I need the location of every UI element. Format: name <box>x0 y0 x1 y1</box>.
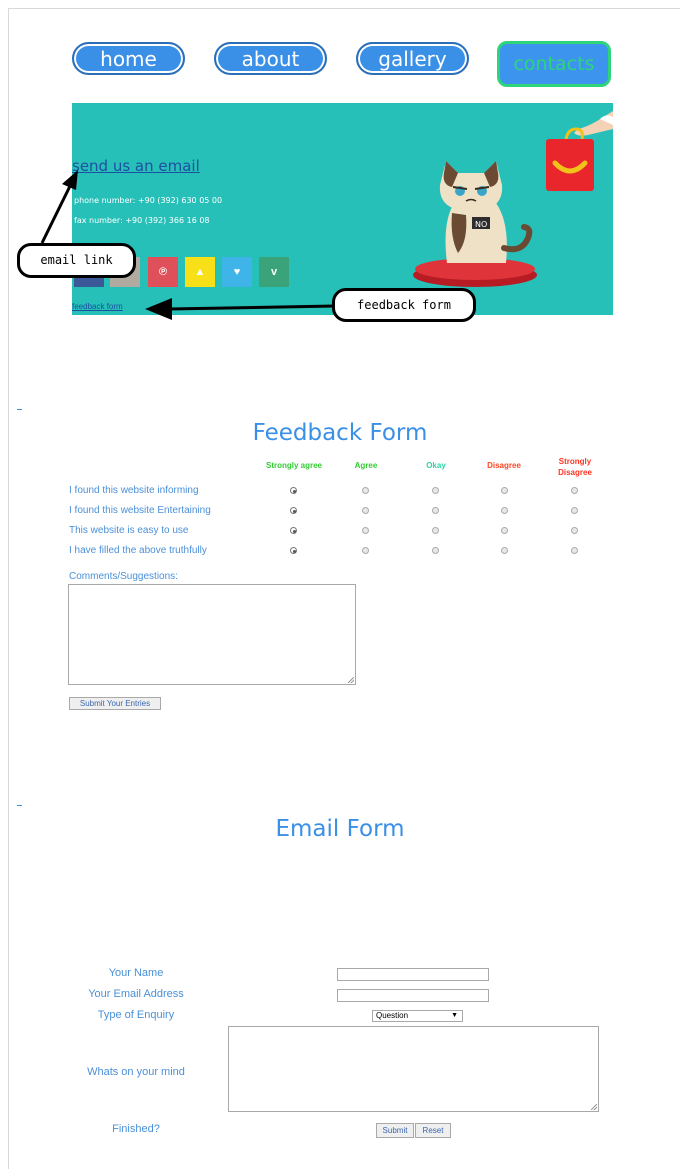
radio-q4-strongly-disagree[interactable] <box>571 547 578 554</box>
radio-q1-agree[interactable] <box>362 487 369 494</box>
radio-q3-agree[interactable] <box>362 527 369 534</box>
dropdown-arrow-icon: ▼ <box>451 1012 458 1019</box>
radio-q1-strongly-agree[interactable] <box>290 487 297 494</box>
comments-label: Comments/Suggestions: <box>69 571 178 582</box>
radio-q3-disagree[interactable] <box>501 527 508 534</box>
feedback-form-callout: feedback form <box>332 288 476 322</box>
radio-q4-disagree[interactable] <box>501 547 508 554</box>
enquiry-type-label: Type of Enquiry <box>97 1009 175 1021</box>
col-strongly-agree: Strongly agree <box>265 461 322 470</box>
email-link-callout: email link <box>17 243 136 278</box>
email-form-title: Email Form <box>275 816 405 842</box>
divider-mark <box>17 805 22 806</box>
divider-mark <box>17 409 22 410</box>
radio-q2-strongly-agree[interactable] <box>290 507 297 514</box>
question-label: I found this website Entertaining <box>69 505 211 516</box>
col-agree: Agree <box>354 461 378 470</box>
radio-q2-agree[interactable] <box>362 507 369 514</box>
radio-q1-okay[interactable] <box>432 487 439 494</box>
annotation-arrows <box>40 170 336 320</box>
radio-q2-okay[interactable] <box>432 507 439 514</box>
question-label: I have filled the above truthfully <box>69 545 207 556</box>
question-label: This website is easy to use <box>69 525 189 536</box>
col-disagree: Disagree <box>487 461 521 470</box>
radio-q4-okay[interactable] <box>432 547 439 554</box>
message-textarea[interactable] <box>228 1026 599 1112</box>
resize-grip-icon[interactable] <box>348 677 354 683</box>
submit-entries-button[interactable]: Submit Your Entries <box>69 697 161 710</box>
name-input[interactable] <box>337 968 489 981</box>
radio-q1-strongly-disagree[interactable] <box>571 487 578 494</box>
radio-q2-strongly-disagree[interactable] <box>571 507 578 514</box>
radio-q4-agree[interactable] <box>362 547 369 554</box>
radio-q4-strongly-agree[interactable] <box>290 547 297 554</box>
comments-textarea[interactable] <box>68 584 356 685</box>
message-label: Whats on your mind <box>87 1066 185 1078</box>
resize-grip-icon[interactable] <box>591 1104 597 1110</box>
email-address-input[interactable] <box>337 989 489 1002</box>
radio-q3-strongly-agree[interactable] <box>290 527 297 534</box>
col-okay: Okay <box>426 461 446 470</box>
enquiry-selected-value: Question <box>376 1011 409 1020</box>
radio-q1-disagree[interactable] <box>501 487 508 494</box>
email-address-label: Your Email Address <box>88 988 184 1000</box>
name-label: Your Name <box>108 967 164 979</box>
radio-q2-disagree[interactable] <box>501 507 508 514</box>
col-strongly-disagree: Strongly Disagree <box>558 457 592 477</box>
enquiry-type-select[interactable]: Question ▼ <box>372 1010 463 1022</box>
radio-q3-okay[interactable] <box>432 527 439 534</box>
radio-q3-strongly-disagree[interactable] <box>571 527 578 534</box>
finished-label: Finished? <box>112 1123 160 1135</box>
feedback-form-title: Feedback Form <box>252 420 428 446</box>
submit-button[interactable]: Submit <box>376 1123 414 1138</box>
question-label: I found this website informing <box>69 485 199 496</box>
reset-button[interactable]: Reset <box>415 1123 451 1138</box>
